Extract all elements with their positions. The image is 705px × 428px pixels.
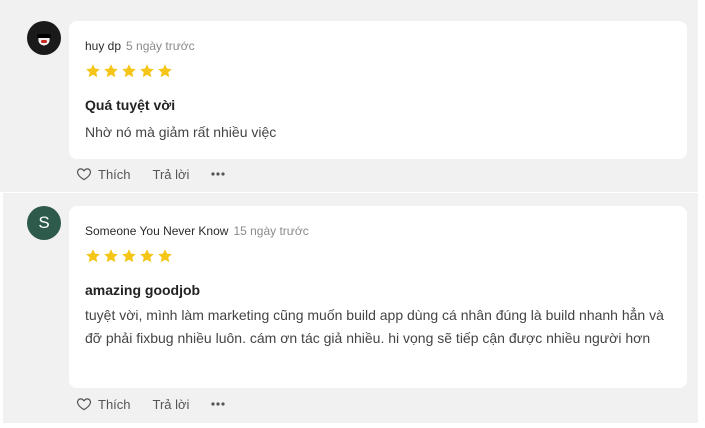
star-icon xyxy=(85,63,101,79)
like-label: Thích xyxy=(98,396,131,412)
review-title: Quá tuyệt vời xyxy=(85,97,176,113)
review-item: huy dp 5 ngày trước Quá tuyệt vời Nhờ nó … xyxy=(0,0,698,192)
reply-button[interactable]: Trả lời xyxy=(153,167,190,182)
author-name[interactable]: Someone You Never Know xyxy=(85,224,228,238)
star-rating xyxy=(85,248,173,264)
star-icon xyxy=(103,63,119,79)
review-time: 5 ngày trước xyxy=(126,39,195,53)
star-icon xyxy=(139,248,155,264)
review-time: 15 ngày trước xyxy=(233,224,309,238)
review-actions: Thích Trả lời xyxy=(76,166,226,182)
review-title: amazing goodjob xyxy=(85,282,201,298)
star-icon xyxy=(139,63,155,79)
avatar-letter: S xyxy=(27,206,61,240)
review-item: S Someone You Never Know 15 ngày trước am… xyxy=(3,193,698,423)
star-icon xyxy=(157,248,173,264)
star-icon xyxy=(85,248,101,264)
review-meta: huy dp 5 ngày trước xyxy=(85,39,195,53)
more-horizontal-icon[interactable] xyxy=(211,396,226,412)
review-card: huy dp 5 ngày trước Quá tuyệt vời Nhờ nó … xyxy=(69,21,687,159)
star-icon xyxy=(121,63,137,79)
star-icon xyxy=(103,248,119,264)
more-horizontal-icon[interactable] xyxy=(211,166,226,182)
like-button[interactable]: Thích xyxy=(76,166,131,182)
review-text: tuyệt vời, mình làm marketing cũng muốn … xyxy=(85,307,664,346)
avatar[interactable]: S xyxy=(27,206,61,240)
review-meta: Someone You Never Know 15 ngày trước xyxy=(85,224,309,238)
star-icon xyxy=(157,63,173,79)
avatar-photo xyxy=(27,21,61,55)
heart-icon xyxy=(76,166,92,182)
reply-button[interactable]: Trả lời xyxy=(153,397,190,412)
review-actions: Thích Trả lời xyxy=(76,396,226,412)
review-card: Someone You Never Know 15 ngày trước amaz… xyxy=(69,206,687,388)
like-label: Thích xyxy=(98,166,131,182)
star-icon xyxy=(121,248,137,264)
author-name[interactable]: huy dp xyxy=(85,39,121,53)
heart-icon xyxy=(76,396,92,412)
review-text: Nhờ nó mà giảm rất nhiều việc xyxy=(85,124,277,140)
avatar[interactable] xyxy=(27,21,61,55)
like-button[interactable]: Thích xyxy=(76,396,131,412)
star-rating xyxy=(85,63,173,79)
